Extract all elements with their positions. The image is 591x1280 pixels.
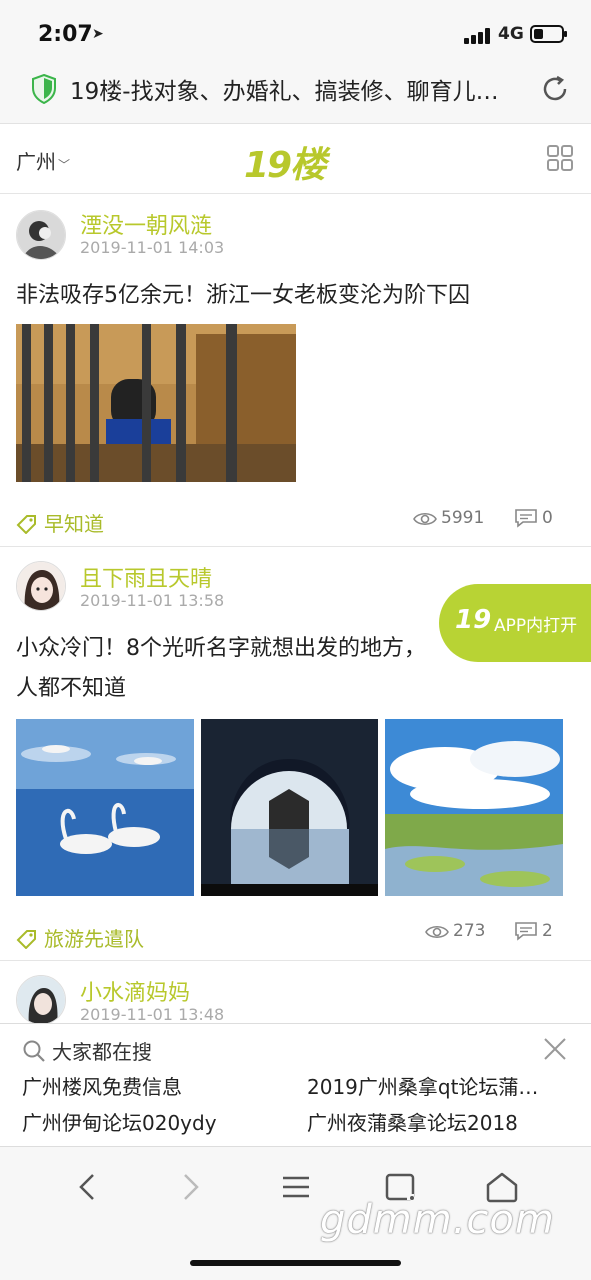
status-bar: 2:07 ➤ 4G (0, 0, 591, 70)
city-selector[interactable]: 广州 ﹀ (16, 146, 70, 175)
grid-menu-icon[interactable] (546, 144, 574, 172)
post-image[interactable] (201, 719, 378, 896)
post-tag[interactable]: 早知道 (16, 508, 104, 537)
signal-icon (464, 28, 494, 44)
search-icon (23, 1040, 45, 1062)
post-image[interactable] (16, 324, 296, 482)
comment-icon (515, 922, 537, 941)
hot-search-header: 大家都在搜 (22, 1036, 152, 1065)
post-author[interactable]: 小水滴妈妈 (80, 975, 190, 1007)
hot-search-title: 大家都在搜 (52, 1040, 152, 1064)
eye-icon (413, 512, 437, 526)
hot-search-item[interactable]: 广州夜蒲桑拿论坛2018 (307, 1107, 562, 1136)
page-title: 19楼-找对象、办婚礼、搞装修、聊育儿… (70, 79, 499, 105)
reload-icon[interactable] (540, 74, 570, 104)
hot-search-panel: 大家都在搜 广州楼风免费信息 2019广州桑拿qt论坛蒲… 广州伊甸论坛020y… (0, 1023, 591, 1147)
post-image[interactable] (16, 719, 194, 896)
post-date: 2019-11-01 13:58 (80, 591, 225, 610)
post-card[interactable]: 小水滴妈妈 2019-11-01 13:48 (0, 961, 591, 1025)
app-logo: 19 (455, 605, 492, 635)
site-header: 广州 ﹀ 19楼 (0, 124, 591, 194)
post-card[interactable]: 湮没一朝风涟 2019-11-01 14:03 非法吸存5亿余元！浙江一女老板变… (0, 194, 591, 547)
view-count: 5991 (413, 508, 484, 528)
comment-count[interactable]: 2 (514, 921, 553, 941)
post-image[interactable] (385, 719, 563, 896)
eye-icon (425, 925, 449, 939)
post-date: 2019-11-01 14:03 (80, 238, 225, 257)
home-indicator (190, 1260, 401, 1266)
comment-icon (515, 509, 537, 528)
tag-label: 早知道 (44, 512, 104, 536)
tag-icon (16, 515, 36, 534)
site-logo[interactable]: 19楼 (244, 136, 326, 188)
city-label: 广州 (16, 150, 56, 174)
network-type: 4G (498, 24, 524, 44)
post-title[interactable]: 小众冷门！8个光听名字就想出发的地方，人都不知道 (16, 629, 436, 709)
status-time: 2:07 (38, 22, 93, 47)
tag-icon (16, 930, 36, 949)
chevron-down-icon: ﹀ (58, 158, 71, 172)
address-bar[interactable]: 19楼-找对象、办婚礼、搞装修、聊育儿… (0, 70, 591, 124)
battery-icon (530, 25, 567, 43)
post-tag[interactable]: 旅游先遣队 (16, 923, 144, 952)
view-count: 273 (425, 921, 485, 941)
hot-search-item[interactable]: 广州楼风免费信息 (22, 1071, 277, 1100)
avatar[interactable] (16, 561, 66, 611)
open-in-app-button[interactable]: 19 APP内打开 (439, 584, 591, 662)
post-title[interactable]: 非法吸存5亿余元！浙江一女老板变沦为阶下囚 (16, 276, 576, 316)
close-icon[interactable] (542, 1036, 568, 1062)
avatar[interactable] (16, 975, 66, 1025)
comment-count[interactable]: 0 (514, 508, 553, 528)
hot-search-item[interactable]: 广州伊甸论坛020ydy (22, 1107, 277, 1136)
tag-label: 旅游先遣队 (44, 927, 144, 951)
shield-icon (32, 74, 56, 104)
post-date: 2019-11-01 13:48 (80, 1005, 225, 1024)
post-author[interactable]: 且下雨且天晴 (80, 561, 212, 593)
open-in-app-label: APP内打开 (494, 616, 578, 636)
forward-icon[interactable] (170, 1167, 210, 1207)
back-icon[interactable] (68, 1167, 108, 1207)
menu-icon[interactable] (276, 1167, 316, 1207)
post-author[interactable]: 湮没一朝风涟 (80, 208, 212, 240)
avatar[interactable] (16, 210, 66, 260)
watermark: gdmm.com (320, 1197, 555, 1243)
location-arrow-icon: ➤ (92, 26, 104, 42)
hot-search-item[interactable]: 2019广州桑拿qt论坛蒲… (307, 1071, 562, 1100)
